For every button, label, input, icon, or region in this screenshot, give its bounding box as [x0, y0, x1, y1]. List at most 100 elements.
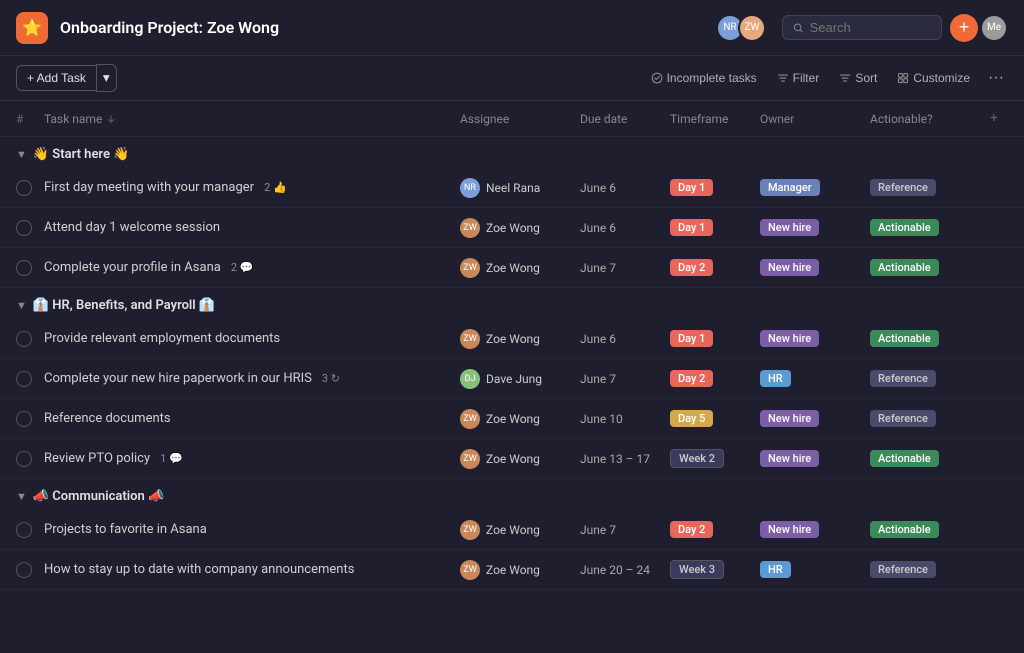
task-checkbox[interactable] — [16, 331, 44, 347]
column-headers: # Task name Assignee Due date Timeframe … — [0, 101, 1024, 137]
owner-badge: New hire — [760, 259, 819, 276]
check-circle[interactable] — [16, 220, 32, 236]
check-circle[interactable] — [16, 522, 32, 538]
search-icon — [793, 22, 804, 34]
actionable-badge: Actionable — [870, 330, 939, 347]
assignee-name: Zoe Wong — [486, 221, 540, 235]
timeframe-badge: Day 2 — [670, 521, 713, 538]
col-add[interactable]: + — [980, 111, 1008, 126]
assignee-name: Neel Rana — [486, 181, 540, 195]
check-circle[interactable] — [16, 411, 32, 427]
task-checkbox[interactable] — [16, 562, 44, 578]
more-options-button[interactable]: ··· — [984, 65, 1008, 91]
section-header-hr-benefits[interactable]: ▼ 👔 HR, Benefits, and Payroll 👔 — [0, 288, 1024, 319]
task-due-date: June 20 – 24 — [580, 563, 670, 577]
check-circle[interactable] — [16, 562, 32, 578]
task-name-cell[interactable]: Provide relevant employment documents — [44, 331, 460, 346]
sort-button[interactable]: Sort — [833, 67, 883, 89]
task-name-text: First day meeting with your manager — [44, 180, 254, 195]
sort-icon — [839, 72, 851, 84]
col-due-date: Due date — [580, 112, 670, 126]
task-name-text: Review PTO policy — [44, 451, 150, 466]
section-toggle-hr-benefits: ▼ — [16, 299, 27, 312]
customize-button[interactable]: Customize — [891, 67, 976, 89]
task-name-cell[interactable]: Reference documents — [44, 411, 460, 426]
task-assignee-cell[interactable]: ZW Zoe Wong — [460, 329, 580, 349]
task-assignee-cell[interactable]: DJ Dave Jung — [460, 369, 580, 389]
assignee-name: Zoe Wong — [486, 563, 540, 577]
logo-icon: ⭐ — [22, 18, 42, 37]
task-name-text: Projects to favorite in Asana — [44, 522, 207, 537]
task-assignee-cell[interactable]: ZW Zoe Wong — [460, 258, 580, 278]
col-hash: # — [16, 112, 44, 126]
task-checkbox[interactable] — [16, 371, 44, 387]
section-header-start-here[interactable]: ▼ 👋 Start here 👋 — [0, 137, 1024, 168]
actionable-badge: Actionable — [870, 521, 939, 538]
timeframe-badge: Day 1 — [670, 219, 713, 236]
incomplete-tasks-button[interactable]: Incomplete tasks — [645, 67, 763, 89]
task-due-date: June 6 — [580, 221, 670, 235]
check-circle[interactable] — [16, 260, 32, 276]
owner-badge: New hire — [760, 450, 819, 467]
task-assignee-cell[interactable]: ZW Zoe Wong — [460, 218, 580, 238]
task-checkbox[interactable] — [16, 180, 44, 196]
timeframe-badge: Day 1 — [670, 330, 713, 347]
task-timeframe: Day 2 — [670, 521, 760, 538]
task-timeframe: Day 2 — [670, 259, 760, 276]
task-timeframe: Day 1 — [670, 330, 760, 347]
assignee-avatar: ZW — [460, 560, 480, 580]
task-name-text: Complete your new hire paperwork in our … — [44, 371, 312, 386]
col-task-name[interactable]: Task name — [44, 112, 460, 126]
task-assignee-cell[interactable]: ZW Zoe Wong — [460, 560, 580, 580]
task-name-text: Attend day 1 welcome session — [44, 220, 220, 235]
task-assignee-cell[interactable]: ZW Zoe Wong — [460, 449, 580, 469]
task-count: 3 ↻ — [322, 372, 340, 385]
task-checkbox[interactable] — [16, 522, 44, 538]
task-owner: HR — [760, 370, 870, 387]
avatar-zoe[interactable]: ZW — [738, 14, 766, 42]
task-name-cell[interactable]: Review PTO policy 1 💬 — [44, 451, 460, 466]
check-circle[interactable] — [16, 180, 32, 196]
task-name-cell[interactable]: Complete your profile in Asana 2 💬 — [44, 260, 460, 275]
task-checkbox[interactable] — [16, 220, 44, 236]
customize-icon — [897, 72, 909, 84]
task-name-cell[interactable]: Attend day 1 welcome session — [44, 220, 460, 235]
task-name-cell[interactable]: Projects to favorite in Asana — [44, 522, 460, 537]
task-checkbox[interactable] — [16, 411, 44, 427]
check-circle[interactable] — [16, 331, 32, 347]
check-circle[interactable] — [16, 451, 32, 467]
task-actionable: Actionable — [870, 521, 980, 538]
assignee-name: Zoe Wong — [486, 261, 540, 275]
task-assignee-cell[interactable]: NR Neel Rana — [460, 178, 580, 198]
task-timeframe: Day 1 — [670, 179, 760, 196]
task-due-date: June 13 – 17 — [580, 452, 670, 466]
avatar-me[interactable]: Me — [980, 14, 1008, 42]
task-due-date: June 10 — [580, 412, 670, 426]
task-name-text: Reference documents — [44, 411, 171, 426]
task-owner: HR — [760, 561, 870, 578]
task-count: 2 💬 — [231, 261, 254, 274]
table-row: How to stay up to date with company anno… — [0, 550, 1024, 590]
task-name-text: Complete your profile in Asana — [44, 260, 221, 275]
check-circle[interactable] — [16, 371, 32, 387]
col-timeframe: Timeframe — [670, 112, 760, 126]
section-header-communication[interactable]: ▼ 📣 Communication 📣 — [0, 479, 1024, 510]
table-row: Complete your new hire paperwork in our … — [0, 359, 1024, 399]
task-name-cell[interactable]: First day meeting with your manager 2 👍 — [44, 180, 460, 195]
timeframe-badge: Day 1 — [670, 179, 713, 196]
filter-button[interactable]: Filter — [771, 67, 826, 89]
add-task-group: + Add Task ▾ — [16, 64, 117, 92]
add-task-dropdown[interactable]: ▾ — [96, 64, 117, 92]
task-checkbox[interactable] — [16, 451, 44, 467]
task-meta: 2 👍 — [264, 181, 287, 194]
add-task-button[interactable]: + Add Task — [16, 65, 96, 91]
task-checkbox[interactable] — [16, 260, 44, 276]
search-bar[interactable] — [782, 15, 942, 40]
task-assignee-cell[interactable]: ZW Zoe Wong — [460, 520, 580, 540]
task-name-cell[interactable]: Complete your new hire paperwork in our … — [44, 371, 460, 386]
actionable-badge: Reference — [870, 561, 936, 578]
add-button[interactable]: + — [950, 14, 978, 42]
task-assignee-cell[interactable]: ZW Zoe Wong — [460, 409, 580, 429]
search-input[interactable] — [810, 20, 931, 35]
task-name-cell[interactable]: How to stay up to date with company anno… — [44, 562, 460, 577]
